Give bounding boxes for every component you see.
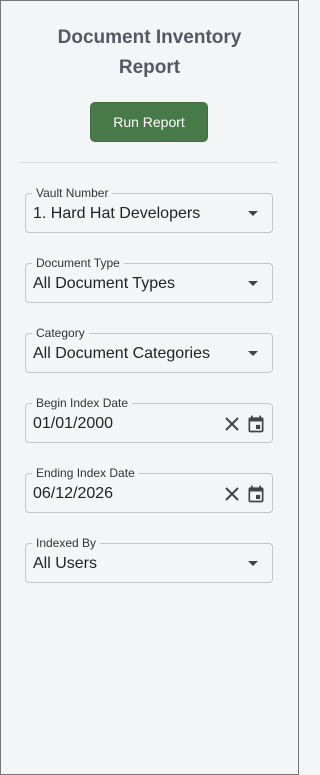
vault-number-value: 1. Hard Hat Developers: [33, 205, 201, 222]
begin-index-date-label: Begin Index Date: [32, 396, 133, 410]
ending-index-date-field[interactable]: Ending Index Date 06/12/2026: [25, 466, 273, 513]
title-line-2: Report: [118, 57, 181, 78]
close-icon[interactable]: [224, 486, 240, 502]
chevron-down-icon[interactable]: [248, 211, 258, 216]
vault-number-select[interactable]: Vault Number 1. Hard Hat Developers: [25, 186, 273, 233]
indexed-by-label: Indexed By: [32, 536, 101, 550]
category-select[interactable]: Category All Document Categories: [25, 326, 273, 373]
ending-index-date-value[interactable]: 06/12/2026: [33, 484, 113, 504]
close-icon[interactable]: [224, 416, 240, 432]
chevron-down-icon[interactable]: [248, 561, 258, 566]
chevron-down-icon[interactable]: [248, 281, 258, 286]
vault-number-label: Vault Number: [32, 186, 113, 200]
indexed-by-value: All Users: [33, 555, 98, 572]
run-report-button[interactable]: Run Report: [90, 102, 208, 142]
chevron-down-icon[interactable]: [248, 351, 258, 356]
calendar-icon[interactable]: [246, 414, 266, 434]
indexed-by-select[interactable]: Indexed By All Users: [25, 536, 273, 583]
calendar-icon[interactable]: [246, 484, 266, 504]
page-title: Document Inventory Report: [1, 23, 298, 83]
report-panel: Document Inventory Report Run Report Vau…: [0, 0, 299, 775]
title-line-1: Document Inventory: [57, 27, 242, 48]
document-type-value: All Document Types: [33, 275, 175, 292]
ending-index-date-label: Ending Index Date: [32, 466, 139, 480]
begin-index-date-value[interactable]: 01/01/2000: [33, 414, 113, 434]
begin-index-date-field[interactable]: Begin Index Date 01/01/2000: [25, 396, 273, 443]
document-type-label: Document Type: [32, 256, 124, 270]
category-value: All Document Categories: [33, 345, 210, 362]
divider: [20, 162, 278, 163]
document-type-select[interactable]: Document Type All Document Types: [25, 256, 273, 303]
category-label: Category: [32, 326, 89, 340]
